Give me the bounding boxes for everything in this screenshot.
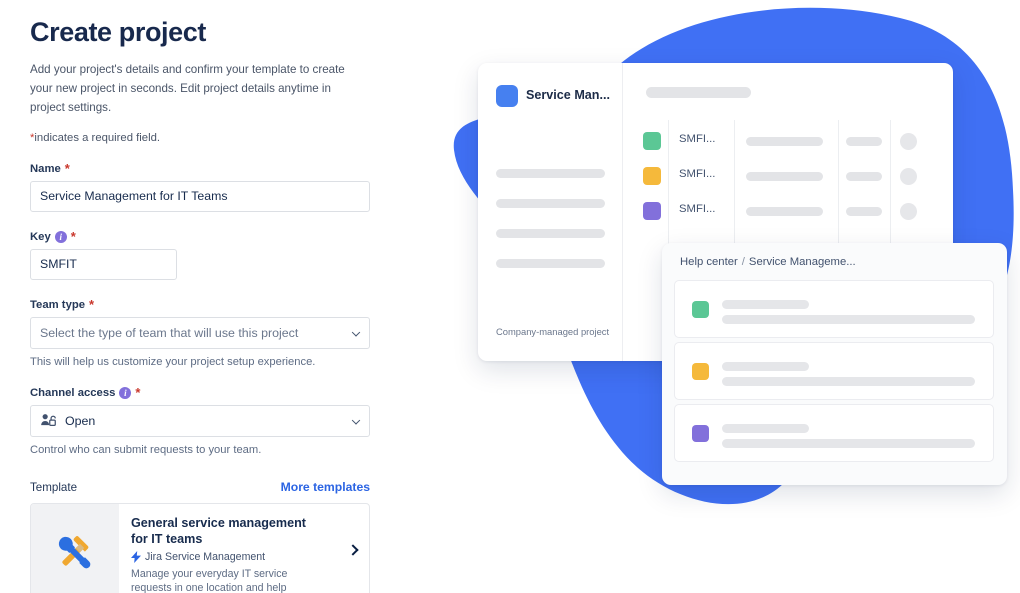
hammer-wrench-icon: [58, 535, 91, 569]
sidebar-placeholder-bar: [496, 199, 605, 208]
issue-key-label: SMFI...: [679, 133, 716, 145]
breadcrumb-current: Service Manageme...: [748, 256, 856, 268]
avatar: [900, 168, 917, 185]
name-label-row: Name *: [30, 160, 400, 176]
table-row: SMFI...: [636, 128, 948, 154]
status-swatch: [692, 301, 709, 318]
channel-access-label-row: Channel access i *: [30, 384, 400, 400]
project-name-label: Service Man...: [526, 88, 610, 102]
team-type-label-row: Team type *: [30, 296, 400, 312]
field-channel-access: Channel access i * Open Control who can …: [30, 384, 400, 456]
help-center-card: Help center / Service Manageme...: [662, 243, 1007, 485]
avatar: [900, 203, 917, 220]
project-avatar: [496, 85, 518, 107]
field-name: Name * Service Management for IT Teams: [30, 160, 400, 212]
channel-access-required-asterisk: *: [135, 384, 141, 400]
sidebar-placeholder-bar: [496, 259, 605, 268]
product-illustration: Service Man... Company-managed project S…: [430, 0, 1020, 593]
page-intro-text: Add your project's details and confirm y…: [30, 63, 345, 114]
avatar: [900, 133, 917, 150]
status-swatch: [692, 425, 709, 442]
field-key: Key i * SMFIT: [30, 228, 400, 280]
table-row: SMFI...: [636, 198, 948, 224]
required-note-text: indicates a required field.: [34, 131, 161, 144]
key-required-asterisk: *: [70, 228, 76, 244]
template-product-row: Jira Service Management: [131, 550, 359, 563]
template-product-name: Jira Service Management: [145, 550, 266, 563]
template-thumbnail: [31, 503, 119, 593]
sidebar-placeholder-bar: [496, 169, 605, 178]
table-row: SMFI...: [636, 163, 948, 189]
status-swatch: [643, 132, 661, 150]
chevron-down-icon: [351, 327, 361, 337]
app-header-placeholder-bar: [646, 87, 751, 98]
breadcrumb-root[interactable]: Help center: [680, 256, 738, 268]
more-templates-link[interactable]: More templates: [281, 480, 370, 494]
channel-access-label: Channel access: [30, 386, 116, 399]
template-section-header: Template More templates: [30, 480, 370, 494]
team-type-label: Team type: [30, 298, 86, 311]
status-swatch: [643, 202, 661, 220]
team-type-select[interactable]: Select the type of team that will use th…: [30, 316, 370, 349]
list-item[interactable]: [674, 342, 994, 400]
name-required-asterisk: *: [64, 160, 70, 176]
template-label: Template: [30, 480, 78, 494]
info-icon[interactable]: i: [54, 230, 67, 243]
info-icon[interactable]: i: [119, 386, 132, 399]
name-label: Name: [30, 162, 61, 175]
key-label-row: Key i *: [30, 228, 400, 244]
create-project-form: Create project Add your project's detail…: [0, 0, 430, 593]
breadcrumb: Help center / Service Manageme...: [680, 256, 856, 268]
sidebar-placeholder-bar: [496, 229, 605, 238]
page-title: Create project: [30, 17, 206, 47]
channel-access-helper-text: Control who can submit requests to your …: [30, 443, 262, 456]
template-card-body: General service management for IT teams …: [119, 504, 369, 593]
name-input-value: Service Management for IT Teams: [40, 189, 228, 204]
status-swatch: [643, 167, 661, 185]
template-card[interactable]: General service management for IT teams …: [30, 502, 370, 593]
template-title: General service management for IT teams: [131, 515, 307, 546]
create-project-screen: Create project Add your project's detail…: [0, 0, 1020, 593]
team-type-helper-text: This will help us customize your project…: [30, 355, 316, 368]
app-preview-sidebar: Service Man... Company-managed project: [478, 63, 623, 361]
key-label: Key: [30, 230, 51, 243]
issue-key-label: SMFI...: [679, 203, 716, 215]
chevron-down-icon: [351, 415, 361, 425]
channel-access-select[interactable]: Open: [30, 404, 370, 437]
team-type-placeholder: Select the type of team that will use th…: [40, 325, 299, 340]
status-swatch: [692, 363, 709, 380]
list-item[interactable]: [674, 404, 994, 462]
list-item[interactable]: [674, 280, 994, 338]
company-managed-note: Company-managed project: [496, 326, 610, 337]
channel-access-value: Open: [65, 413, 96, 428]
breadcrumb-separator: /: [741, 256, 745, 268]
template-description: Manage your everyday IT service requests…: [131, 567, 288, 593]
jira-bolt-icon: [131, 550, 141, 563]
name-input[interactable]: Service Management for IT Teams: [30, 180, 370, 212]
field-team-type: Team type * Select the type of team that…: [30, 296, 400, 368]
team-type-required-asterisk: *: [89, 296, 95, 312]
key-input[interactable]: SMFIT: [30, 248, 177, 280]
required-field-note: *indicates a required field.: [30, 132, 400, 144]
key-input-value: SMFIT: [40, 257, 77, 272]
person-unlocked-icon: [41, 414, 56, 427]
issue-key-label: SMFI...: [679, 168, 716, 180]
